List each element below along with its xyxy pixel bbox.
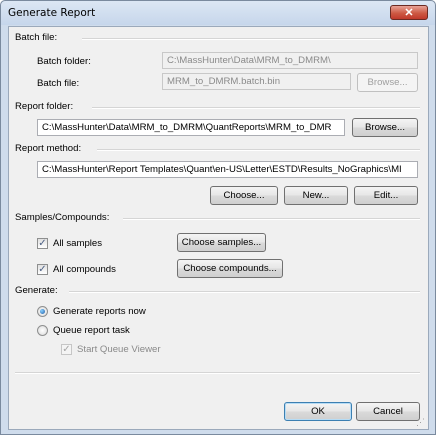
- choose-compounds-button[interactable]: Choose compounds...: [177, 259, 283, 278]
- ok-button[interactable]: OK: [284, 402, 352, 421]
- report-method-section-label: Report method:: [15, 143, 82, 154]
- all-samples-checkbox[interactable]: ✓: [37, 238, 48, 249]
- check-icon: ✓: [38, 264, 47, 275]
- edit-method-button[interactable]: Edit...: [354, 186, 418, 205]
- all-samples-label[interactable]: All samples: [53, 238, 102, 249]
- samples-section-label: Samples/Compounds:: [15, 212, 110, 223]
- batch-file-label: Batch file:: [37, 78, 80, 89]
- report-folder-divider: [92, 107, 420, 109]
- start-queue-viewer-label[interactable]: Start Queue Viewer: [77, 344, 161, 355]
- queue-task-radio[interactable]: [37, 325, 48, 336]
- dialog-body: Batch file: Batch folder: C:\MassHunter\…: [8, 26, 429, 430]
- report-method-divider: [97, 149, 420, 151]
- batch-folder-value: C:\MassHunter\Data\MRM_to_DMRM\: [167, 55, 331, 66]
- report-folder-field[interactable]: C:\MassHunter\Data\MRM_to_DMRM\QuantRepo…: [37, 119, 345, 136]
- close-icon: ✕: [404, 7, 414, 19]
- all-compounds-checkbox[interactable]: ✓: [37, 264, 48, 275]
- report-folder-section-label: Report folder:: [15, 101, 74, 112]
- start-queue-viewer-checkbox[interactable]: ✓: [61, 344, 72, 355]
- close-button[interactable]: ✕: [390, 5, 428, 20]
- batch-file-value: MRM_to_DMRM.batch.bin: [167, 76, 281, 87]
- batch-browse-button[interactable]: Browse...: [357, 73, 418, 92]
- choose-samples-button[interactable]: Choose samples...: [177, 233, 266, 252]
- resize-grip-icon[interactable]: ⋰: [416, 417, 426, 427]
- generate-divider: [69, 291, 420, 293]
- batch-file-section-label: Batch file:: [15, 32, 58, 43]
- generate-now-radio[interactable]: [37, 306, 48, 317]
- all-compounds-label[interactable]: All compounds: [53, 264, 116, 275]
- cancel-button[interactable]: Cancel: [356, 402, 420, 421]
- radio-selected-dot: [40, 309, 45, 314]
- report-folder-browse-button[interactable]: Browse...: [352, 118, 418, 137]
- report-folder-value: C:\MassHunter\Data\MRM_to_DMRM\QuantRepo…: [42, 122, 332, 133]
- new-method-button[interactable]: New...: [284, 186, 348, 205]
- dialog-title: Generate Report: [8, 7, 96, 19]
- check-icon: ✓: [62, 344, 71, 355]
- footer-divider: [15, 372, 420, 374]
- report-method-value: C:\MassHunter\Report Templates\Quant\en-…: [42, 164, 402, 175]
- batch-folder-label: Batch folder:: [37, 56, 91, 67]
- queue-task-label[interactable]: Queue report task: [53, 325, 130, 336]
- title-bar[interactable]: Generate Report ✕: [1, 1, 435, 25]
- generate-section-label: Generate:: [15, 285, 58, 296]
- batch-file-divider: [82, 38, 420, 40]
- check-icon: ✓: [38, 238, 47, 249]
- batch-folder-field: C:\MassHunter\Data\MRM_to_DMRM\: [162, 52, 418, 69]
- generate-report-dialog: Generate Report ✕ Batch file: Batch fold…: [0, 0, 436, 435]
- report-method-field[interactable]: C:\MassHunter\Report Templates\Quant\en-…: [37, 161, 418, 178]
- batch-file-field: MRM_to_DMRM.batch.bin: [162, 73, 351, 90]
- choose-method-button[interactable]: Choose...: [210, 186, 278, 205]
- samples-divider: [123, 218, 420, 220]
- generate-now-label[interactable]: Generate reports now: [53, 306, 146, 317]
